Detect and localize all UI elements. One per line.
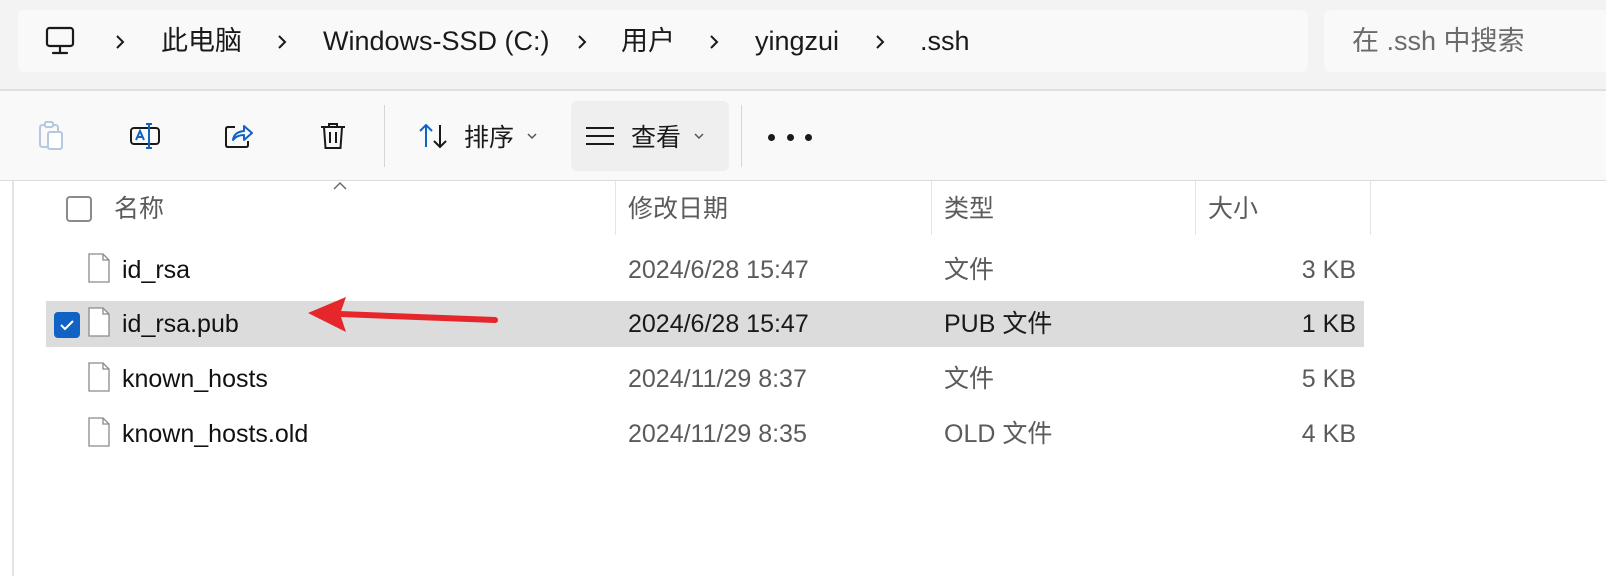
select-all-checkbox[interactable]	[66, 196, 92, 222]
file-type: OLD 文件	[944, 420, 1053, 448]
file-row[interactable]: known_hosts 2024/11/29 8:37 文件 5 KB	[46, 356, 1364, 402]
annotation-arrow	[308, 297, 498, 332]
column-header-name[interactable]: 名称	[114, 191, 164, 227]
file-name[interactable]: id_rsa	[122, 252, 190, 288]
chevron-right-icon	[706, 24, 724, 58]
file-size: 4 KB	[1301, 420, 1356, 448]
column-divider[interactable]	[1370, 181, 1371, 235]
chevron-right-icon	[574, 24, 592, 58]
file-type: 文件	[944, 256, 995, 284]
file-row[interactable]: known_hosts.old 2024/11/29 8:35 OLD 文件 4…	[46, 411, 1364, 457]
column-divider[interactable]	[1195, 181, 1196, 235]
file-modified: 2024/6/28 15:47	[628, 310, 809, 338]
command-bar: 排序 查看	[0, 91, 1606, 181]
chevron-down-icon	[527, 133, 537, 140]
chevron-right-icon	[872, 24, 890, 58]
column-divider[interactable]	[615, 181, 616, 235]
rename-button[interactable]	[118, 109, 172, 163]
column-header-size[interactable]: 大小	[1208, 191, 1258, 227]
file-list: 名称 修改日期 类型 大小 id_rsa 2024/6/28 15:47 文件 …	[0, 181, 1606, 576]
computer-icon[interactable]	[44, 25, 76, 57]
column-header-modified[interactable]: 修改日期	[628, 191, 728, 227]
row-checkbox-checked[interactable]	[54, 312, 80, 338]
file-name[interactable]: known_hosts.old	[122, 416, 308, 452]
file-icon	[88, 362, 110, 392]
file-modified: 2024/11/29 8:37	[628, 365, 807, 393]
toolbar-divider	[741, 105, 742, 167]
nav-pane-divider[interactable]	[12, 181, 14, 576]
chevron-right-icon	[274, 24, 292, 58]
share-icon	[225, 125, 253, 148]
sort-label: 排序	[464, 124, 515, 152]
file-row[interactable]: id_rsa 2024/6/28 15:47 文件 3 KB	[46, 247, 1364, 293]
file-size: 1 KB	[1301, 310, 1356, 338]
paste-icon	[39, 121, 63, 150]
more-options-button[interactable]	[768, 117, 812, 157]
breadcrumb-item-current[interactable]: .ssh	[920, 24, 970, 58]
toolbar-divider	[384, 105, 385, 167]
column-header-row: 名称 修改日期 类型 大小	[0, 181, 1606, 235]
address-bar[interactable]: 此电脑 Windows-SSD (C:) 用户 yingzui .ssh	[18, 10, 1308, 72]
sort-icon	[419, 123, 447, 149]
file-icon	[88, 417, 110, 447]
view-icon	[586, 127, 614, 145]
file-name[interactable]: known_hosts	[122, 361, 268, 397]
view-button[interactable]: 查看	[571, 101, 729, 171]
breadcrumb-item[interactable]: 此电脑	[161, 24, 242, 58]
file-row-selected[interactable]: id_rsa.pub 2024/6/28 15:47 PUB 文件 1 KB	[46, 301, 1364, 347]
file-icon	[88, 253, 110, 283]
file-modified: 2024/6/28 15:47	[628, 256, 809, 284]
more-icon	[768, 133, 775, 141]
file-type: PUB 文件	[944, 310, 1053, 338]
breadcrumb-item[interactable]: yingzui	[755, 24, 839, 58]
breadcrumb-item[interactable]: 用户	[621, 24, 675, 58]
file-type: 文件	[944, 365, 995, 393]
chevron-down-icon	[694, 133, 704, 140]
title-bar: 此电脑 Windows-SSD (C:) 用户 yingzui .ssh 在 .…	[0, 0, 1606, 91]
file-size: 3 KB	[1301, 256, 1356, 284]
share-button[interactable]	[212, 109, 266, 163]
view-label: 查看	[631, 124, 682, 152]
search-box[interactable]: 在 .ssh 中搜索	[1324, 10, 1606, 72]
delete-icon	[321, 123, 345, 149]
file-size: 5 KB	[1301, 365, 1356, 393]
search-placeholder[interactable]: 在 .ssh 中搜索	[1352, 24, 1525, 58]
file-icon	[88, 307, 110, 337]
checkmark-icon	[60, 320, 74, 331]
column-divider[interactable]	[931, 181, 932, 235]
paste-button[interactable]	[24, 109, 78, 163]
file-modified: 2024/11/29 8:35	[628, 420, 807, 448]
column-header-type[interactable]: 类型	[944, 191, 994, 227]
delete-button[interactable]	[306, 109, 360, 163]
breadcrumb-item[interactable]: Windows-SSD (C:)	[323, 24, 550, 58]
file-name[interactable]: id_rsa.pub	[122, 306, 239, 342]
chevron-right-icon	[112, 24, 130, 58]
rename-icon	[130, 123, 160, 149]
sort-button[interactable]: 排序	[404, 101, 566, 171]
